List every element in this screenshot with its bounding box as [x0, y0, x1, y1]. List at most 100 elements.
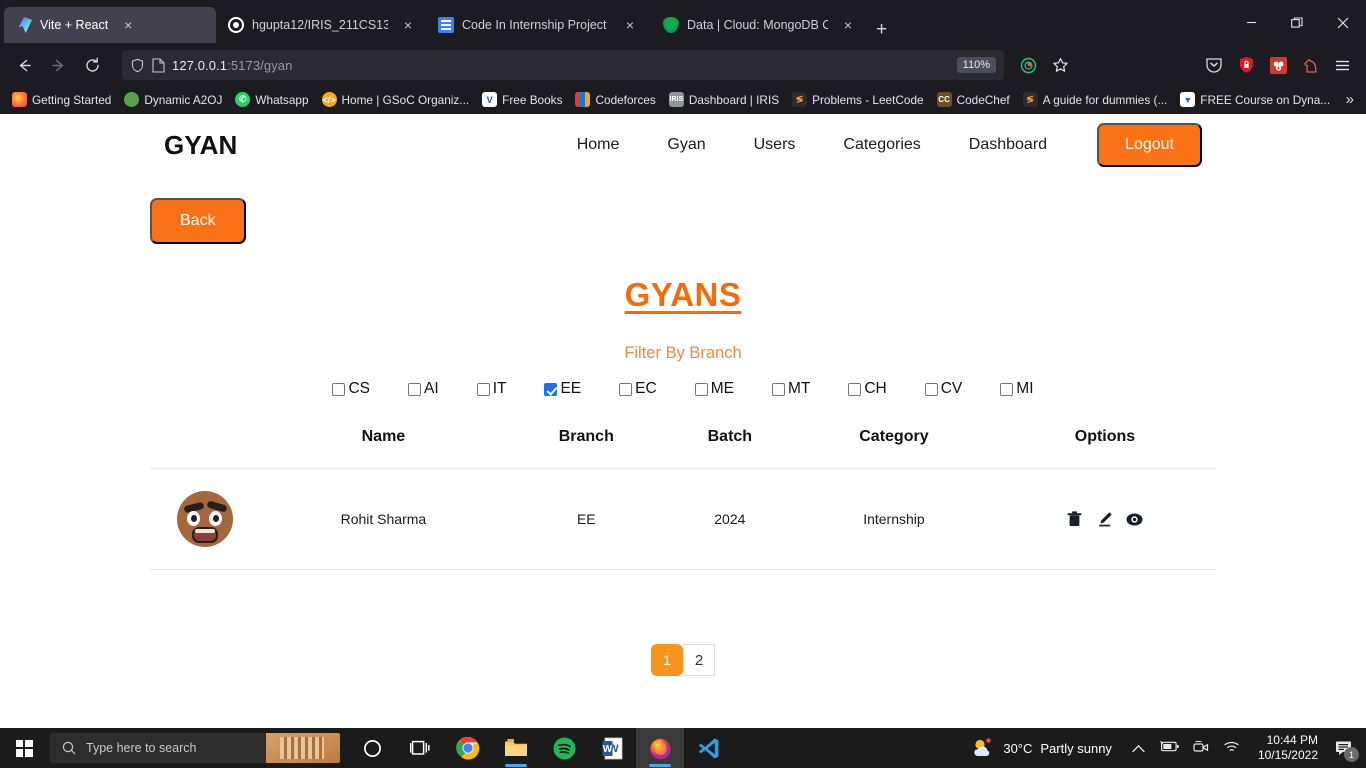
checkbox-cv[interactable] — [924, 382, 938, 396]
url-bar[interactable]: 127.0.0.1:5173/gyan 110% — [122, 50, 1004, 80]
bookmark-free-books[interactable]: V Free Books — [476, 89, 568, 110]
cell-branch: EE — [506, 468, 666, 570]
start-button[interactable] — [0, 728, 48, 768]
bookmark-codechef[interactable]: CC CodeChef — [931, 89, 1016, 110]
view-icon[interactable] — [1126, 511, 1143, 528]
nav-link-gyan[interactable]: Gyan — [643, 136, 729, 154]
show-hidden-icons-chevron-icon[interactable] — [1132, 741, 1145, 756]
bookmark-iris-dashboard[interactable]: IRIS Dashboard | IRIS — [663, 89, 785, 110]
bookmarks-overflow-chevron-icon[interactable]: » — [1346, 91, 1360, 108]
weather-temp: 30°C — [1003, 740, 1033, 756]
branch-filter-mt[interactable]: MT — [771, 380, 810, 398]
checkbox-mt[interactable] — [771, 382, 785, 396]
checkbox-ec[interactable] — [619, 382, 633, 396]
pocket-icon[interactable] — [1200, 51, 1228, 79]
close-button[interactable] — [1320, 5, 1366, 41]
book-icon: V — [482, 92, 498, 107]
extension-shield-icon[interactable] — [1232, 51, 1260, 79]
bookmark-guide-for-dummies[interactable]: ≶ A guide for dummies (... — [1017, 89, 1174, 110]
bookmark-getting-started[interactable]: Getting Started — [6, 89, 117, 110]
minimize-button[interactable] — [1228, 5, 1274, 41]
site-brand[interactable]: GYAN — [164, 130, 238, 161]
checkbox-mi[interactable] — [1000, 382, 1014, 396]
checkbox-me[interactable] — [694, 382, 708, 396]
back-button[interactable] — [8, 50, 40, 80]
frog-icon — [124, 92, 140, 107]
checkbox-ai[interactable] — [408, 382, 422, 396]
tab-close-button[interactable]: × — [622, 18, 638, 32]
extension-dog-icon[interactable] — [1264, 51, 1292, 79]
chrome-icon[interactable] — [444, 728, 492, 768]
branch-filter-cv[interactable]: CV — [924, 380, 962, 398]
bookmark-gsoc[interactable]: </> Home | GSoC Organiz... — [316, 89, 476, 110]
page-title: GYANS — [624, 276, 742, 313]
checkbox-ee[interactable] — [544, 382, 558, 396]
zoom-level-badge[interactable]: 110% — [956, 57, 996, 73]
new-tab-button[interactable]: + — [866, 20, 897, 45]
bookmark-whatsapp[interactable]: ✆ Whatsapp — [229, 89, 314, 110]
battery-icon[interactable] — [1159, 740, 1179, 756]
reader-mode-icon[interactable] — [1014, 51, 1042, 79]
branch-filter-ai[interactable]: AI — [408, 380, 439, 398]
browser-tab-3[interactable]: Code In Internship Project - Goo × — [426, 7, 648, 43]
checkbox-it[interactable] — [476, 382, 490, 396]
table-header-row: Name Branch Batch Category Options — [150, 420, 1216, 469]
branch-filter-cs[interactable]: CS — [332, 380, 370, 398]
page-content: GYAN Home Gyan Users Categories Dashboar… — [0, 114, 1366, 728]
bookmark-dynamic-a2oj[interactable]: Dynamic A2OJ — [118, 89, 228, 110]
branch-filter-ee[interactable]: EE — [544, 380, 581, 398]
branch-filter-mi[interactable]: MI — [1000, 380, 1034, 398]
chess-knight-icon[interactable] — [1296, 51, 1324, 79]
task-view-icon[interactable] — [396, 728, 444, 768]
tab-close-button[interactable]: × — [120, 18, 136, 32]
tab-close-button[interactable]: × — [840, 18, 856, 32]
weather-widget[interactable]: 30°C Partly sunny — [961, 738, 1122, 758]
branch-filter-ch[interactable]: CH — [848, 380, 887, 398]
avatar-teeth — [195, 529, 215, 533]
vscode-icon[interactable] — [684, 728, 732, 768]
column-header-avatar — [150, 420, 260, 469]
column-header-category: Category — [793, 420, 994, 469]
browser-tab-4[interactable]: Data | Cloud: MongoDB Cloud × — [648, 7, 866, 43]
firefox-icon[interactable] — [636, 728, 684, 768]
edit-icon[interactable] — [1096, 511, 1113, 528]
bookmark-codeforces[interactable]: Codeforces — [569, 89, 661, 110]
tab-close-button[interactable]: × — [400, 18, 416, 32]
notification-center-button[interactable]: 1 — [1326, 728, 1362, 768]
spotify-icon[interactable] — [540, 728, 588, 768]
mongodb-icon — [663, 17, 679, 33]
branch-filter-it[interactable]: IT — [476, 380, 506, 398]
pagination: 1 2 — [150, 644, 1216, 676]
word-icon[interactable]: WW — [588, 728, 636, 768]
delete-icon[interactable] — [1066, 511, 1083, 528]
maximize-button[interactable] — [1274, 5, 1320, 41]
branch-filter-ec[interactable]: EC — [619, 380, 657, 398]
browser-tab-2[interactable]: hgupta12/IRIS_211CS130_2_MER × — [216, 7, 426, 43]
nav-link-dashboard[interactable]: Dashboard — [945, 136, 1071, 154]
nav-link-home[interactable]: Home — [553, 136, 644, 154]
windows-taskbar: Type here to search WW 30°C Partly sunny… — [0, 728, 1366, 768]
cortana-icon[interactable] — [348, 728, 396, 768]
menu-hamburger-icon[interactable] — [1328, 51, 1356, 79]
browser-tab-1[interactable]: Vite + React × — [4, 7, 216, 43]
taskbar-search-box[interactable]: Type here to search — [50, 733, 340, 763]
checkbox-cs[interactable] — [332, 382, 346, 396]
nav-link-categories[interactable]: Categories — [819, 136, 944, 154]
logout-button[interactable]: Logout — [1097, 123, 1202, 167]
file-explorer-icon[interactable] — [492, 728, 540, 768]
branch-filter-me[interactable]: ME — [694, 380, 734, 398]
wifi-icon[interactable] — [1223, 740, 1240, 756]
table-header: Name Branch Batch Category Options — [150, 420, 1216, 469]
taskbar-clock[interactable]: 10:44 PM 10/15/2022 — [1250, 733, 1326, 763]
forward-button[interactable] — [42, 50, 74, 80]
nav-link-users[interactable]: Users — [730, 136, 820, 154]
bookmark-free-course-dynamic[interactable]: ▼ FREE Course on Dyna... — [1174, 89, 1336, 110]
pagination-page-1[interactable]: 1 — [651, 644, 683, 676]
back-button-page[interactable]: Back — [150, 198, 246, 244]
bookmark-star-icon[interactable] — [1046, 51, 1074, 79]
bookmark-leetcode-problems[interactable]: ≶ Problems - LeetCode — [786, 89, 929, 110]
camera-privacy-icon[interactable] — [1193, 740, 1209, 757]
reload-button[interactable] — [76, 50, 108, 80]
checkbox-ch[interactable] — [848, 382, 862, 396]
pagination-page-2[interactable]: 2 — [683, 644, 715, 676]
